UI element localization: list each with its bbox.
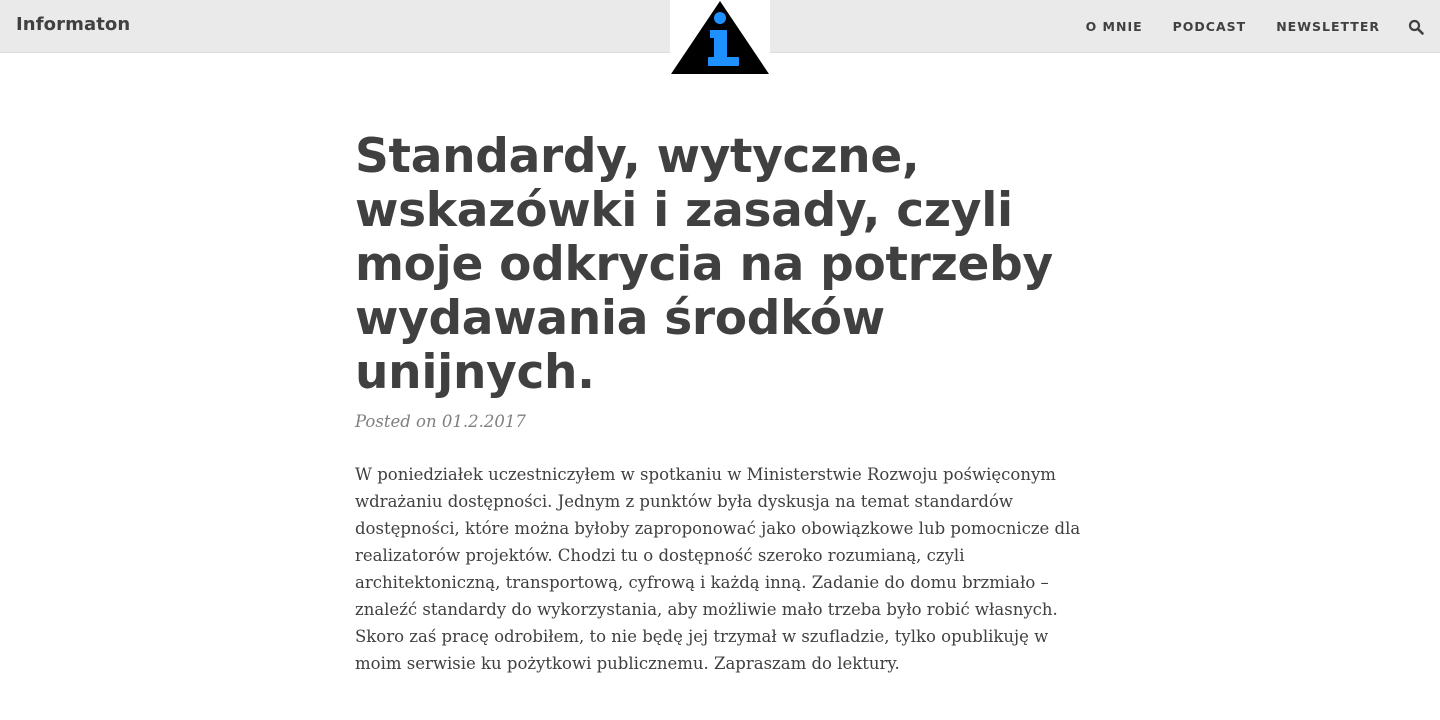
nav-link-newsletter[interactable]: NEWSLETTER [1276, 19, 1380, 34]
nav-link-o-mnie[interactable]: O MNIE [1086, 19, 1143, 34]
search-icon[interactable] [1408, 19, 1424, 35]
post-date: Posted on 01.2.2017 [355, 412, 526, 431]
top-navbar: Informaton O MNIE PODCAST NEWSLETTER [0, 0, 1440, 76]
site-brand-link[interactable]: Informaton [16, 14, 130, 35]
post-content: Standardy, wytyczne, wskazówki i zasady,… [355, 130, 1095, 694]
post-body-paragraph: W poniedziałek uczestniczyłem w spotkani… [355, 465, 1081, 673]
site-logo[interactable] [670, 0, 770, 76]
main-nav: O MNIE PODCAST NEWSLETTER [1056, 0, 1440, 53]
nav-link-podcast[interactable]: PODCAST [1173, 19, 1247, 34]
info-triangle-logo-icon [671, 1, 769, 74]
post-title: Standardy, wytyczne, wskazówki i zasady,… [355, 129, 1053, 400]
